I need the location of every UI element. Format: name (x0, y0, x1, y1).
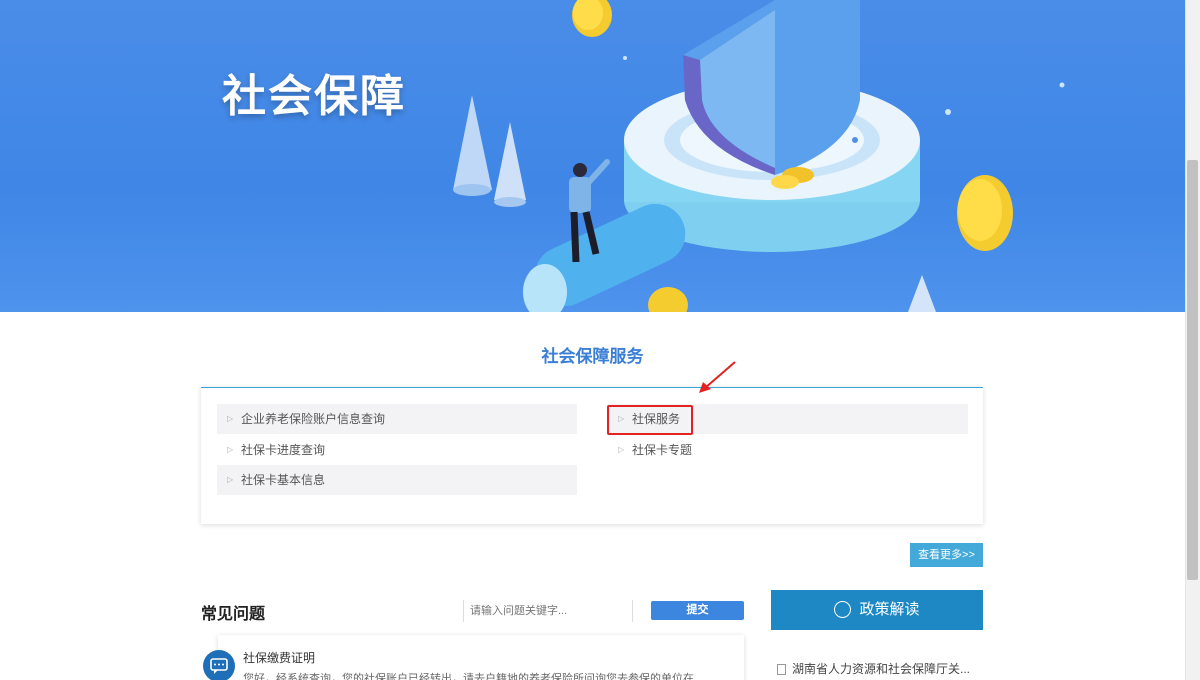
page-scrollbar[interactable] (1185, 0, 1200, 680)
service-item-label: 社保卡专题 (632, 443, 693, 457)
faq-question[interactable]: 社保缴费证明 (243, 649, 315, 666)
compass-icon (834, 600, 852, 618)
policy-list-item[interactable]: 湖南省人力资源和社会保障厅关... (777, 660, 970, 677)
service-item-label: 社保卡进度查询 (241, 443, 326, 457)
faq-answer: 您好，经系统查询，您的社保账户已经转出，请去户籍地的养老保险所问询您去参保的单位… (243, 673, 703, 680)
annotation-arrow-icon (699, 361, 736, 393)
hero-illustration (453, 0, 1065, 312)
chevron-right-icon: ▷ (227, 475, 234, 484)
chat-bubble-icon (203, 650, 235, 680)
service-item-card-info[interactable]: ▷ 社保卡基本信息 (217, 465, 577, 495)
view-more-button[interactable]: 查看更多>> (910, 543, 983, 567)
service-item-label: 社保卡基本信息 (241, 473, 326, 487)
chevron-right-icon: ▷ (227, 414, 234, 423)
document-icon (777, 664, 786, 676)
chevron-right-icon: ▷ (618, 445, 625, 454)
page: 社会保障 社会保障服务 ▷ 企业养老保险账户信息查询 ▷ 社保卡进度查询 ▷ 社… (0, 0, 1200, 680)
faq-search-input[interactable] (463, 600, 633, 622)
service-item-label: 企业养老保险账户信息查询 (241, 412, 386, 426)
highlight-box (607, 405, 693, 435)
service-item-card-progress[interactable]: ▷ 社保卡进度查询 (217, 435, 577, 465)
hero-banner: 社会保障 (0, 0, 1185, 312)
policy-item-label: 湖南省人力资源和社会保障厅关... (792, 662, 971, 676)
scrollbar-thumb[interactable] (1187, 160, 1198, 580)
submit-button[interactable]: 提交 (651, 601, 744, 620)
services-section-title: 社会保障服务 (541, 347, 644, 367)
policy-button-label: 政策解读 (859, 601, 920, 618)
faq-title: 常见问题 (201, 604, 266, 623)
policy-interpretation-button[interactable]: 政策解读 (771, 590, 983, 630)
service-item-card-topic[interactable]: ▷ 社保卡专题 (608, 435, 968, 465)
hero-title: 社会保障 (222, 71, 406, 122)
chevron-right-icon: ▷ (227, 445, 234, 454)
service-item-pension-account[interactable]: ▷ 企业养老保险账户信息查询 (217, 404, 577, 434)
